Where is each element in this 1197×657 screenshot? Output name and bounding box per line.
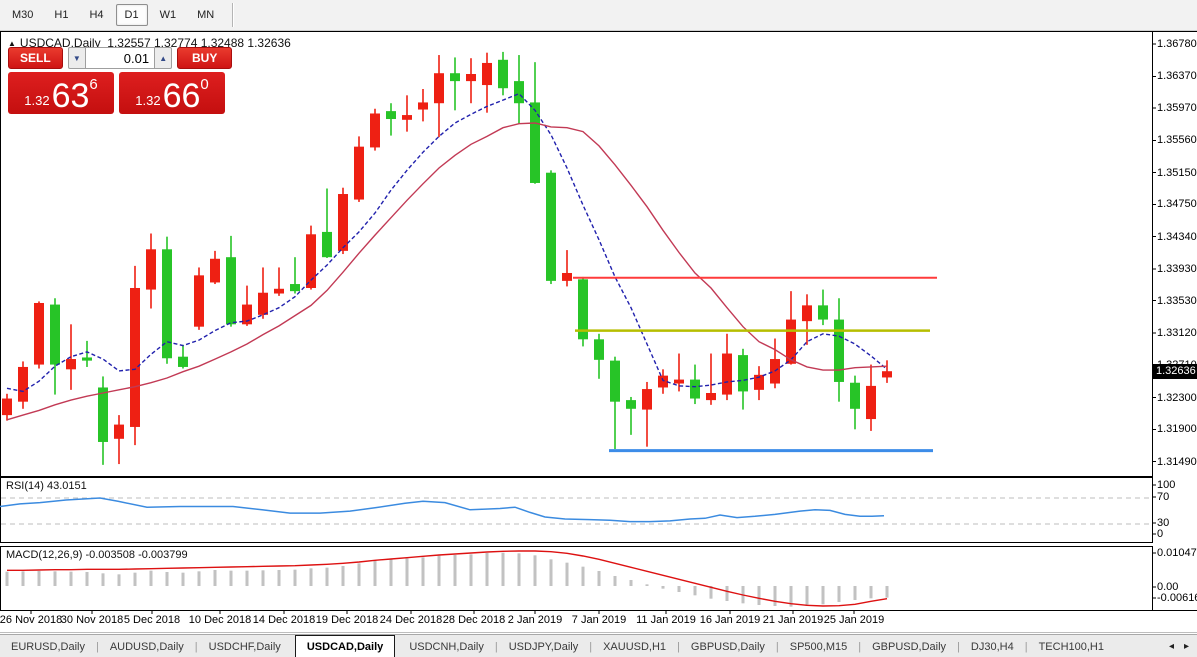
current-price-badge: 1.32636 (1152, 364, 1197, 380)
tab-audusd-daily[interactable]: AUDUSD,Daily (99, 635, 195, 657)
tab-usdchf-daily[interactable]: USDCHF,Daily (198, 635, 292, 657)
date-axis-label: 11 Jan 2019 (636, 614, 696, 626)
date-axis-label: 26 Nov 2018 (0, 614, 63, 626)
price-axis-label: 1.35560 (1157, 134, 1197, 147)
date-axis-label: 21 Jan 2019 (762, 614, 824, 626)
buy-button[interactable]: BUY (177, 47, 232, 69)
tab-eurusd-daily[interactable]: EURUSD,Daily (0, 635, 96, 657)
timeframe-button-m30[interactable]: M30 (3, 4, 42, 26)
indicator-axis-label: -0.006164 (1157, 592, 1197, 604)
price-axis-label: 1.35150 (1157, 166, 1197, 179)
price-axis-label: 1.36780 (1157, 38, 1197, 50)
date-axis-label: 24 Dec 2018 (379, 614, 443, 626)
toolbar-separator (232, 3, 235, 27)
rsi-indicator-label: RSI(14) 43.0151 (6, 480, 87, 492)
price-axis-label: 1.34340 (1157, 230, 1197, 243)
timeframe-toolbar: M30 H1 H4 D1 W1 MN (0, 0, 1197, 31)
chevron-down-icon: ▼ (72, 53, 81, 63)
tab-gbpusd-daily[interactable]: GBPUSD,Daily (680, 635, 776, 657)
price-axis-label: 1.33120 (1157, 326, 1197, 339)
price-axis-label: 1.36370 (1157, 70, 1197, 83)
timeframe-button-d1[interactable]: D1 (115, 4, 148, 26)
tabs-scroll-right-icon[interactable]: ▸ (1184, 641, 1189, 652)
price-axis-label: 1.35970 (1157, 101, 1197, 114)
price-axis-label: 1.33530 (1157, 294, 1197, 307)
lot-decrease-button[interactable]: ▼ (67, 47, 86, 69)
lot-size-input[interactable]: 0.01 (85, 47, 156, 69)
tab-dj30-h4[interactable]: DJ30,H4 (960, 635, 1025, 657)
date-axis-label: 19 Dec 2018 (315, 614, 379, 626)
date-axis-label: 2 Jan 2019 (507, 614, 563, 626)
macd-indicator-label: MACD(12,26,9) -0.003508 -0.003799 (6, 549, 188, 561)
indicator-axis-label: 0 (1157, 528, 1164, 540)
indicator-axis-label: 0.010471 (1157, 547, 1197, 559)
tab-gbpusd-daily[interactable]: GBPUSD,Daily (861, 635, 957, 657)
sell-button[interactable]: SELL (8, 47, 63, 69)
buy-price-display[interactable]: 1.32 66 0 (119, 72, 225, 114)
one-click-trading-widget: SELL ▼ 0.01 ▲ BUY 1.32 63 6 1.32 66 0 (8, 47, 232, 114)
price-axis-label: 1.31490 (1157, 455, 1197, 468)
tab-xauusd-h1[interactable]: XAUUSD,H1 (592, 635, 677, 657)
tab-tech100-h1[interactable]: TECH100,H1 (1028, 635, 1115, 657)
date-axis-label: 28 Dec 2018 (442, 614, 506, 626)
price-axis-label: 1.32300 (1157, 391, 1197, 404)
tabs-scroll-left-icon[interactable]: ◂ (1169, 641, 1174, 652)
date-axis-label: 30 Nov 2018 (60, 614, 124, 626)
tab-usdjpy-daily[interactable]: USDJPY,Daily (498, 635, 590, 657)
date-axis-label: 10 Dec 2018 (188, 614, 252, 626)
date-axis-label: 14 Dec 2018 (252, 614, 316, 626)
date-axis-label: 7 Jan 2019 (571, 614, 627, 626)
indicator-axis-label: 100 (1157, 479, 1176, 491)
lot-increase-button[interactable]: ▲ (155, 47, 173, 69)
date-axis-label: 5 Dec 2018 (123, 614, 181, 626)
timeframe-button-h1[interactable]: H1 (45, 4, 77, 26)
buy-price-pip: 0 (200, 76, 209, 93)
mt4-window: M30 H1 H4 D1 W1 MN ▲ USDCAD,Daily 1.32557 1.32… (0, 0, 1197, 657)
date-axis-label: 25 Jan 2019 (823, 614, 885, 626)
tab-sp500-m15[interactable]: SP500,M15 (779, 635, 858, 657)
timeframe-button-mn[interactable]: MN (188, 4, 223, 26)
tab-usdcad-daily[interactable]: USDCAD,Daily (294, 635, 396, 657)
timeframe-button-h4[interactable]: H4 (80, 4, 112, 26)
indicator-axis-label: 70 (1157, 491, 1170, 503)
sell-price-prefix: 1.32 (24, 93, 50, 108)
date-axis-label: 16 Jan 2019 (699, 614, 761, 626)
price-axis-label: 1.34750 (1157, 198, 1197, 211)
timeframe-button-w1[interactable]: W1 (151, 4, 186, 26)
price-axis-label: 1.33930 (1157, 263, 1197, 276)
buy-price-big: 66 (162, 77, 201, 115)
chevron-up-icon: ▲ (159, 53, 168, 63)
sell-price-pip: 6 (89, 76, 98, 93)
chart-tab-bar: EURUSD,Daily | AUDUSD,Daily | USDCHF,Daily U… (0, 634, 1197, 657)
sell-price-display[interactable]: 1.32 63 6 (8, 72, 114, 114)
tab-usdcnh-daily[interactable]: USDCNH,Daily (398, 635, 495, 657)
price-axis-label: 1.31900 (1157, 423, 1197, 436)
sell-price-big: 63 (51, 77, 90, 115)
buy-price-prefix: 1.32 (135, 93, 161, 108)
tab-scroll-arrows: ◂ ▸ (1169, 635, 1197, 657)
